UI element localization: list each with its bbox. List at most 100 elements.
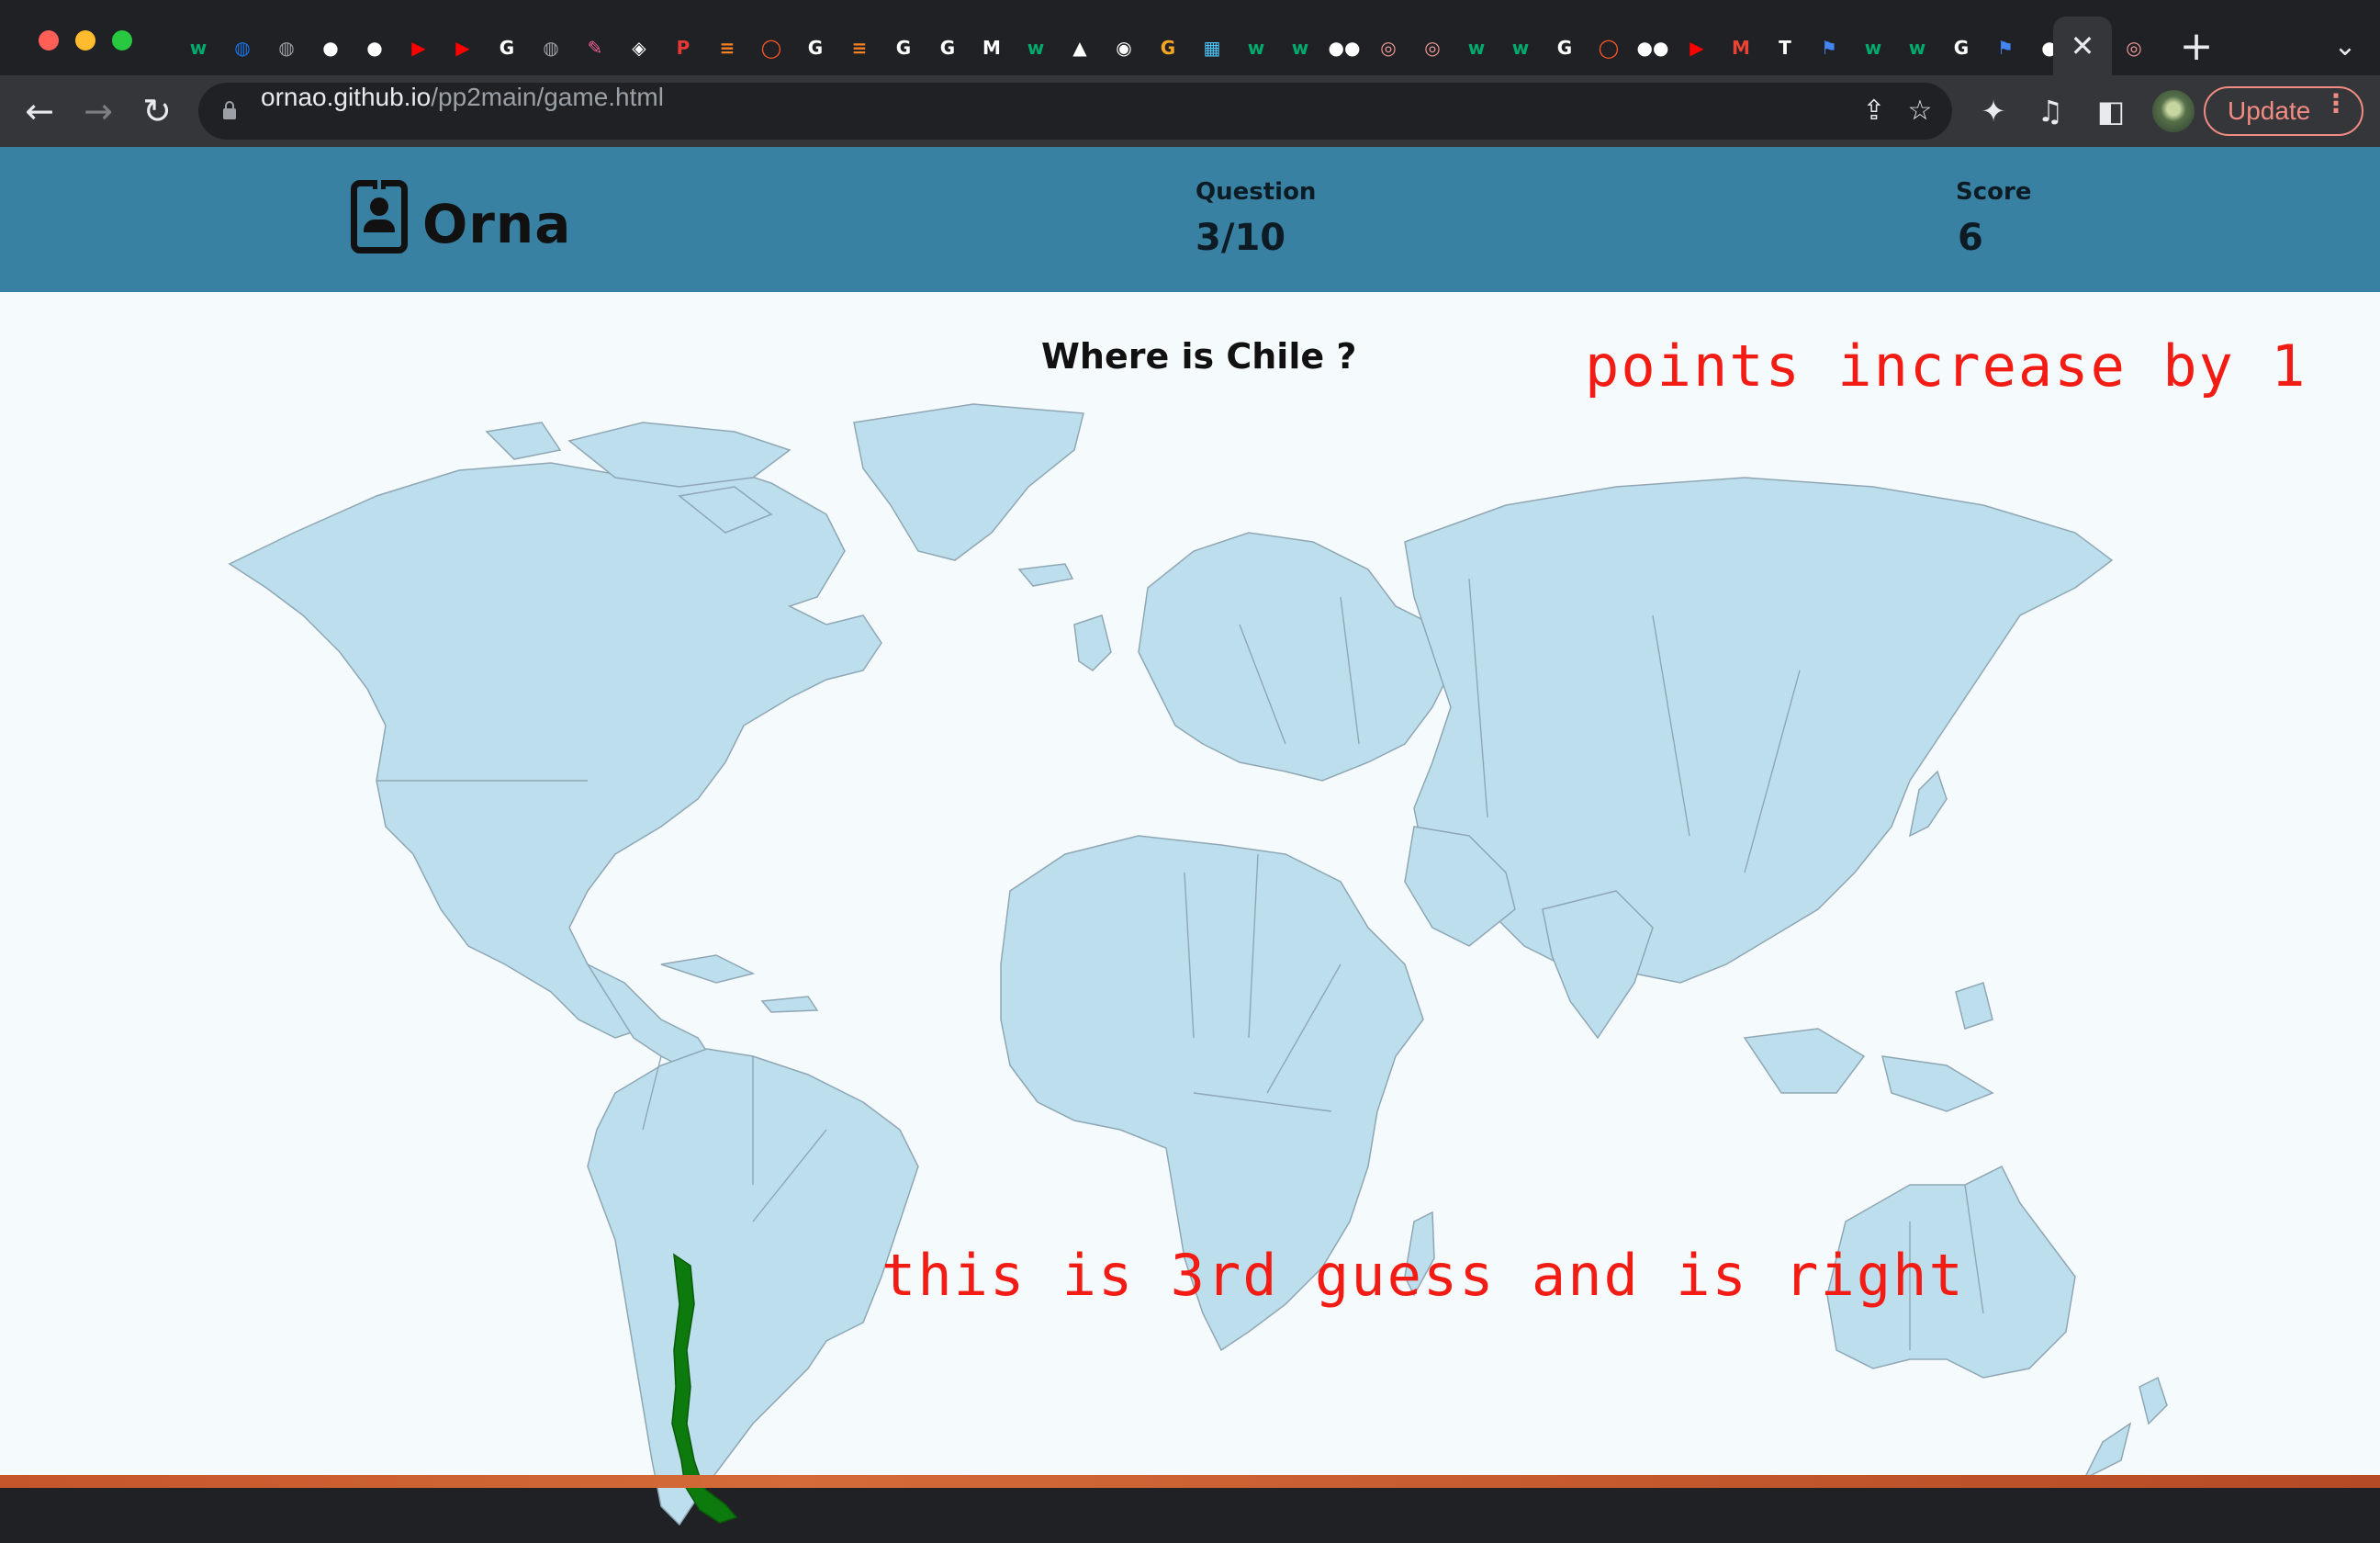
browser-tab[interactable]: ✎ bbox=[573, 28, 617, 68]
back-button[interactable]: ← bbox=[17, 88, 62, 134]
forward-button[interactable]: → bbox=[75, 88, 121, 134]
india[interactable] bbox=[1542, 890, 1654, 1040]
circle-icon: ◎ bbox=[1380, 37, 1397, 59]
browser-tab[interactable]: w bbox=[1454, 28, 1499, 68]
reload-button[interactable]: ↻ bbox=[134, 88, 180, 134]
browser-tab[interactable]: ●● bbox=[1322, 28, 1366, 68]
browser-tab[interactable]: ◎ bbox=[1410, 28, 1454, 68]
browser-toolbar: ← → ↻ ornao.github.io/pp2main/game.html … bbox=[0, 75, 2380, 147]
bookmark-star-icon[interactable]: ☆ bbox=[1903, 94, 1937, 129]
profile-avatar[interactable] bbox=[2152, 90, 2195, 132]
browser-tab[interactable]: ≡ bbox=[705, 28, 749, 68]
browser-tab[interactable]: ▶ bbox=[397, 28, 441, 68]
browser-tab[interactable]: ◍ bbox=[220, 28, 264, 68]
browser-tab[interactable]: G bbox=[1146, 28, 1190, 68]
browser-tab[interactable]: w bbox=[1851, 28, 1895, 68]
youtube-icon: ▶ bbox=[1690, 37, 1704, 59]
southeast-asia[interactable] bbox=[1743, 982, 1994, 1112]
europe[interactable] bbox=[1138, 532, 1452, 782]
w3schools-icon: w bbox=[1027, 37, 1045, 59]
close-tab-icon[interactable]: ✕ bbox=[2071, 28, 2095, 63]
japan[interactable] bbox=[1908, 770, 1948, 838]
browser-tab[interactable]: G bbox=[881, 28, 926, 68]
update-button[interactable]: Update ⋮ bbox=[2204, 86, 2363, 136]
browser-tab[interactable]: M bbox=[1719, 28, 1763, 68]
browser-tab[interactable]: ▦ bbox=[1190, 28, 1234, 68]
browser-tab[interactable]: G bbox=[926, 28, 970, 68]
tab-list: w ◍ ◍ ● ● ▶ ▶ G ◍ ✎ ◈ P ≡ ◯ G ≡ G G Mw ▲ ◉ G ▦ w w ●● ◎ ◎ w w G ◯ ●● ▶ M T ⚑… bbox=[176, 28, 2071, 68]
game-header: Orna Question 3/10 Score 6 bbox=[0, 147, 2380, 292]
browser-tab[interactable]: ◍ bbox=[264, 28, 309, 68]
browser-tab[interactable]: ▲ bbox=[1058, 28, 1102, 68]
minimize-window-button[interactable] bbox=[75, 30, 95, 51]
google-icon: G bbox=[895, 37, 912, 59]
github-icon: ● bbox=[366, 37, 383, 59]
browser-tab[interactable]: ◎ bbox=[1366, 28, 1410, 68]
w3schools-icon: w bbox=[1908, 37, 1926, 59]
browser-tab[interactable]: ⚑ bbox=[1807, 28, 1851, 68]
browser-tab[interactable]: ●● bbox=[1631, 28, 1675, 68]
url-path: /pp2main/game.html bbox=[431, 83, 664, 111]
browser-tab[interactable]: T bbox=[1763, 28, 1807, 68]
codepen-icon: ◈ bbox=[632, 37, 646, 59]
linux-icon: ▲ bbox=[1072, 37, 1087, 59]
tab-after-active[interactable]: ◎ bbox=[2112, 28, 2156, 68]
browser-tab[interactable]: ● bbox=[309, 28, 353, 68]
browser-tab[interactable]: G bbox=[1543, 28, 1587, 68]
browser-tab[interactable]: w bbox=[1278, 28, 1322, 68]
browser-tab[interactable]: ▶ bbox=[441, 28, 485, 68]
browser-tab[interactable]: G bbox=[793, 28, 837, 68]
medium-icon: ●● bbox=[1636, 37, 1669, 59]
close-window-button[interactable] bbox=[39, 30, 59, 51]
browser-tab[interactable]: w bbox=[1014, 28, 1058, 68]
browser-tab[interactable]: ≡ bbox=[837, 28, 881, 68]
more-menu-icon[interactable]: ⋮ bbox=[2323, 88, 2349, 118]
w3schools-icon: w bbox=[1864, 37, 1882, 59]
browser-tab[interactable]: P bbox=[661, 28, 705, 68]
browser-tab[interactable]: ◈ bbox=[617, 28, 661, 68]
flag-icon: ⚑ bbox=[1997, 37, 2014, 59]
youtube-icon: ▶ bbox=[411, 37, 426, 59]
browser-tab[interactable]: w bbox=[1234, 28, 1278, 68]
annotation-points: points increase by 1 bbox=[1585, 332, 2307, 400]
annotation-guess: this is 3rd guess and is right bbox=[881, 1242, 1965, 1309]
g-icon: G bbox=[1160, 37, 1176, 59]
lock-icon bbox=[223, 101, 236, 119]
browser-tab[interactable]: ◯ bbox=[1587, 28, 1631, 68]
extensions-icon[interactable]: ✦ bbox=[1972, 90, 2015, 132]
url-text[interactable]: ornao.github.io/pp2main/game.html bbox=[261, 83, 664, 140]
iceland[interactable] bbox=[1017, 563, 1074, 587]
side-panel-icon[interactable]: ◧ bbox=[2090, 90, 2132, 132]
browser-tab[interactable]: ◉ bbox=[1102, 28, 1146, 68]
m-icon: M bbox=[982, 37, 1001, 59]
desktop-dock-edge bbox=[0, 1475, 2380, 1488]
new-tab-button[interactable]: + bbox=[2176, 22, 2217, 72]
browser-tab[interactable]: w bbox=[1895, 28, 1939, 68]
browser-tab[interactable]: w bbox=[1499, 28, 1543, 68]
browser-tab[interactable]: M bbox=[970, 28, 1014, 68]
browser-tab[interactable]: w bbox=[176, 28, 220, 68]
browser-tab[interactable]: G bbox=[1939, 28, 1983, 68]
maximize-window-button[interactable] bbox=[112, 30, 132, 51]
w3schools-icon: w bbox=[1511, 37, 1530, 59]
browser-tab[interactable]: ◯ bbox=[749, 28, 793, 68]
active-tab[interactable]: ✕ bbox=[2053, 17, 2112, 75]
world-map[interactable] bbox=[184, 395, 2277, 1543]
browser-tab[interactable]: ◍ bbox=[529, 28, 573, 68]
address-bar[interactable]: ornao.github.io/pp2main/game.html ⇪ ☆ bbox=[198, 83, 1952, 140]
greenland[interactable] bbox=[853, 403, 1084, 561]
question-label: Question bbox=[1196, 178, 1317, 206]
browser-tab[interactable]: ⚑ bbox=[1983, 28, 2027, 68]
british-isles[interactable] bbox=[1073, 614, 1112, 671]
browser-tab[interactable]: ▶ bbox=[1675, 28, 1719, 68]
stackoverflow-icon: ≡ bbox=[851, 37, 868, 59]
browser-tab[interactable]: ● bbox=[353, 28, 397, 68]
caribbean-islands[interactable] bbox=[660, 954, 819, 1013]
north-america[interactable] bbox=[228, 458, 882, 1039]
stackoverflow-icon: ≡ bbox=[719, 37, 735, 59]
media-queue-icon[interactable]: ♫ bbox=[2029, 90, 2071, 132]
browser-tab[interactable]: G bbox=[485, 28, 529, 68]
share-icon[interactable]: ⇪ bbox=[1857, 94, 1892, 129]
tab-search-button[interactable]: ⌄ bbox=[2325, 22, 2365, 72]
new-zealand[interactable] bbox=[2082, 1376, 2168, 1481]
